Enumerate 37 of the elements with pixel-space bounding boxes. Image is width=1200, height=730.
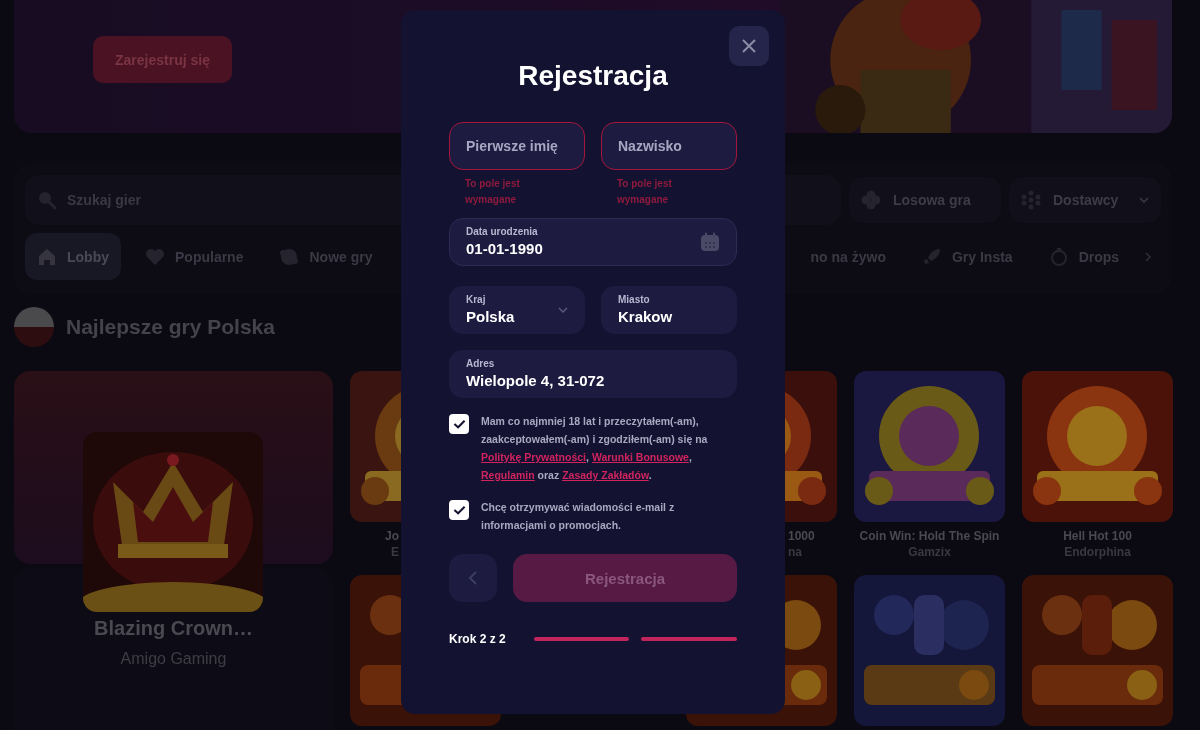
input-field[interactable]: Pierwsze imię [449, 122, 585, 170]
close-button[interactable] [729, 26, 769, 66]
consent-text: Chcę otrzymywać wiadomości e-mail z informacjami o promocjach. [481, 500, 676, 533]
error-message: To pole jest wymagane [616, 177, 673, 207]
home-icon [37, 246, 57, 267]
chevron-down-icon [1139, 197, 1149, 203]
rocket-icon [921, 246, 942, 267]
game-title: 1000 [788, 528, 815, 544]
checkbox[interactable] [449, 500, 469, 520]
check-icon [452, 419, 466, 429]
calendar-icon[interactable] [700, 232, 720, 252]
terms-link[interactable]: Regulamin [481, 469, 535, 481]
section-title: Najlepsze gry Polska [66, 315, 275, 339]
country-select[interactable]: Kraj Polska [449, 286, 585, 334]
address-field[interactable]: Adres Wielopole 4, 31-072 [449, 350, 737, 398]
city-field[interactable]: Miasto Krakow [601, 286, 737, 334]
badge-icon [279, 246, 300, 267]
heart-icon [145, 246, 165, 267]
checkbox[interactable] [449, 414, 469, 434]
check-icon [452, 505, 466, 515]
terms-link[interactable]: Zasady Zakładów [562, 469, 649, 481]
consent-text: Mam co najmniej 18 lat i przeczytałem(-am), zaakceptowałem(-am) i zgodziłem(-am) się na Politykę Prywatności, Warunki Bonusowe, Regulamin oraz Zasady Zakładów. [481, 414, 709, 483]
game-title: Blazing Crown… [94, 617, 253, 640]
flag-icon [14, 307, 54, 347]
stopwatch-icon [1048, 246, 1069, 267]
close-icon [742, 39, 756, 53]
terms-link[interactable]: Warunki Bonusowe [591, 451, 689, 463]
chevron-left-icon [469, 571, 477, 585]
date-field[interactable]: Data urodzenia 01-01-1990 [449, 218, 737, 266]
game-title: Coin Win: Hold The Spin [859, 528, 1000, 544]
error-message: To pole jest wymagane [464, 177, 521, 207]
game-title: Hell Hot 100 [1063, 528, 1132, 544]
chevron-down-icon [558, 307, 568, 313]
dialog-title: Rejestracja [517, 59, 669, 93]
input-field[interactable]: Nazwisko [601, 122, 737, 170]
step-indicator: Krok 2 z 2 [449, 632, 506, 646]
game-title: Jo [385, 528, 399, 544]
